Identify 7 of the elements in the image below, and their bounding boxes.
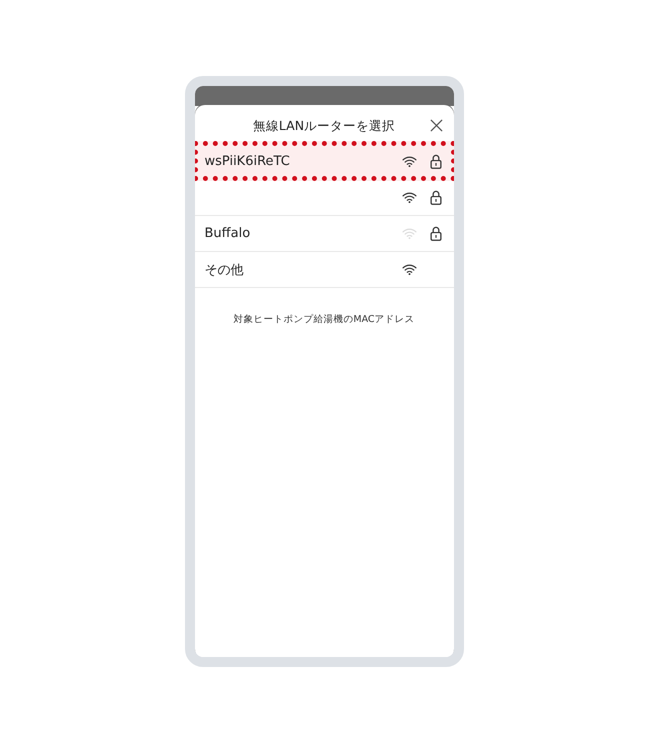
close-button[interactable] xyxy=(428,118,444,133)
sheet-title: 無線LANルーターを選択 xyxy=(252,118,396,134)
mac-address-label: 対象ヒートポンプ給湯機のMACアドレス xyxy=(232,313,416,326)
network-row[interactable]: その他 xyxy=(194,252,454,288)
network-row[interactable]: Buffalo xyxy=(194,216,454,252)
network-row[interactable]: wsPiiK6iReTC xyxy=(194,141,454,181)
close-icon xyxy=(430,119,442,132)
